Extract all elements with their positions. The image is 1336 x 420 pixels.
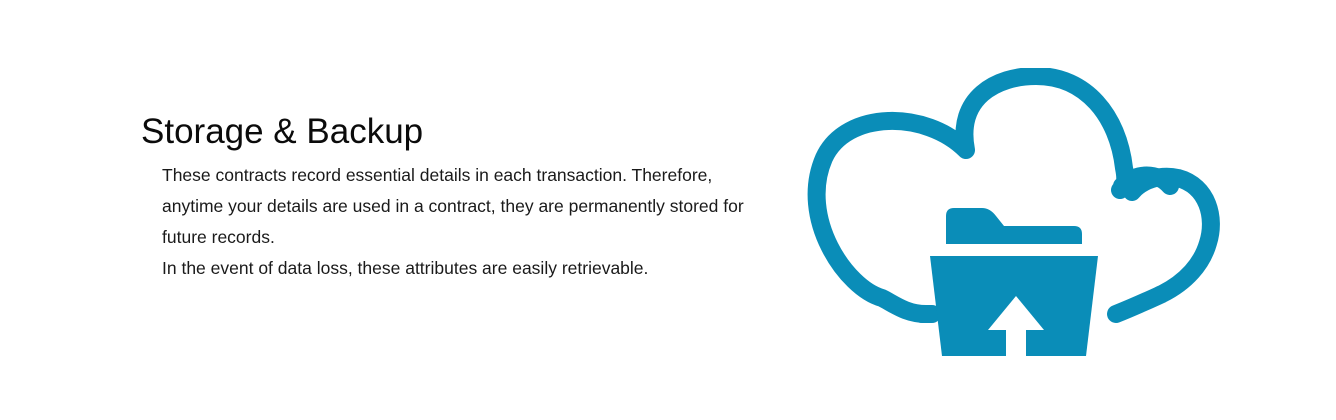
section-description: These contracts record essential details… bbox=[162, 160, 761, 284]
feature-section: Storage & Backup These contracts record … bbox=[141, 112, 761, 284]
folder-back bbox=[946, 208, 1082, 244]
description-paragraph-2: In the event of data loss, these attribu… bbox=[162, 258, 649, 278]
section-title: Storage & Backup bbox=[141, 112, 424, 151]
cloud-folder-upload-icon bbox=[807, 68, 1220, 356]
description-paragraph: These contracts record essential details… bbox=[162, 165, 744, 247]
